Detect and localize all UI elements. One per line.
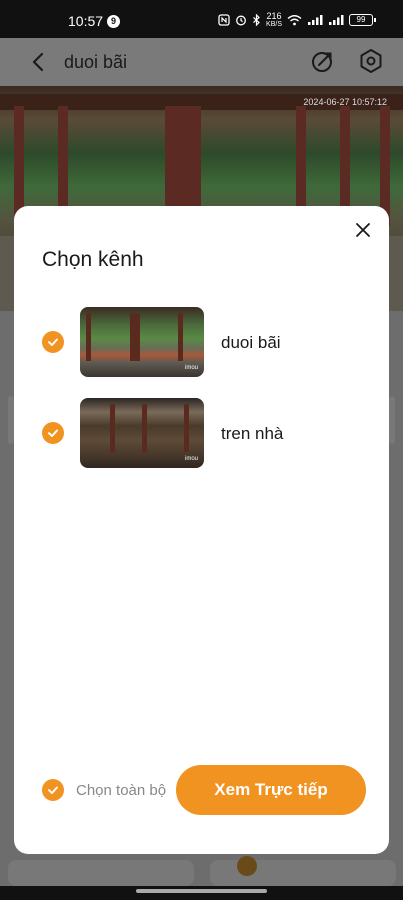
modal-close-button[interactable] (353, 220, 373, 240)
signal-icon-1 (308, 15, 323, 25)
chevron-left-icon (32, 52, 44, 72)
thumb-pillar (86, 313, 91, 361)
channel-row[interactable]: imou duoi bãi (14, 306, 389, 378)
modal-title: Chọn kênh (42, 248, 144, 271)
channel-checkbox[interactable] (42, 422, 64, 444)
thumb-pillar (178, 313, 183, 361)
channel-checkbox[interactable] (42, 331, 64, 353)
channel-thumbnail: imou (80, 398, 204, 468)
notification-badge: 9 (107, 15, 120, 28)
back-button[interactable] (26, 49, 52, 75)
channel-name: tren nhà (221, 424, 284, 443)
close-icon (356, 223, 370, 237)
thumb-pillar (184, 404, 189, 452)
system-nav-bar (0, 886, 403, 900)
bluetooth-icon (253, 14, 260, 26)
net-speed-unit: KB/S (266, 21, 282, 28)
dimmed-card (8, 860, 194, 886)
net-speed-value: 216 (266, 11, 282, 21)
channel-thumbnail: imou (80, 307, 204, 377)
select-all-label[interactable]: Chọn toàn bộ (76, 782, 166, 799)
video-timestamp: 2024-06-27 10:57:12 (303, 97, 387, 107)
channel-row[interactable]: imou tren nhà (14, 397, 389, 469)
net-speed: 216 KB/S (266, 11, 282, 29)
nfc-icon (218, 14, 230, 26)
checkmark-icon (48, 429, 58, 437)
watch-live-button[interactable]: Xem Trực tiếp (176, 765, 366, 815)
thumb-watermark: imou (184, 365, 198, 371)
home-indicator[interactable] (136, 889, 267, 893)
settings-gear-icon (360, 49, 382, 73)
checkmark-icon (48, 338, 58, 346)
status-bar: 10:57 9 216 KB/S 99 (0, 0, 403, 38)
dimmed-card (389, 396, 395, 444)
share-out-icon (312, 52, 332, 72)
thumb-pillar (110, 404, 115, 452)
thumb-pillar (142, 404, 147, 452)
thumb-watermark: imou (184, 456, 198, 462)
channel-select-modal: Chọn kênh imou duoi bãi imou tren nhà Ch… (14, 206, 389, 854)
status-time: 10:57 (68, 13, 104, 29)
dimmed-shield-icon (237, 856, 257, 876)
signal-icon-2 (329, 15, 344, 25)
battery-icon: 99 (349, 14, 376, 26)
alarm-icon (236, 15, 246, 26)
wifi-icon (287, 15, 302, 26)
settings-button[interactable] (358, 48, 384, 74)
thumb-pillar (130, 313, 140, 361)
checkmark-icon (48, 786, 58, 794)
status-icons: 216 KB/S 99 (218, 11, 376, 29)
page-title: duoi bãi (64, 52, 128, 72)
channel-name: duoi bãi (221, 333, 281, 352)
share-button[interactable] (309, 48, 335, 74)
select-all-checkbox[interactable] (42, 779, 64, 801)
app-header: duoi bãi (0, 38, 403, 86)
